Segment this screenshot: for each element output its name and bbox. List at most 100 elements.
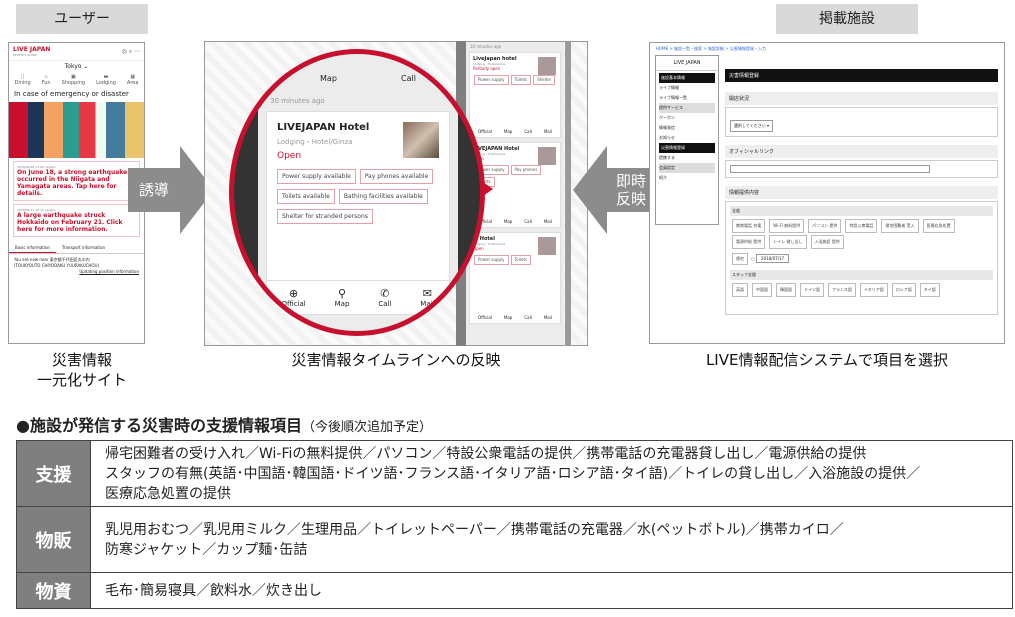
option-button[interactable]: 特設公衆電話 xyxy=(845,219,878,233)
cms-breadcrumb[interactable]: HOME > 施設一覧・検索 > 施設詳細 > 災害情報登録・入力 xyxy=(650,43,1004,55)
option-button[interactable]: パソコン 提供 xyxy=(808,219,842,233)
menu-item[interactable]: お知らせ xyxy=(659,133,715,143)
call-icon[interactable]: Call xyxy=(524,129,531,134)
option-power-supply[interactable]: Power supply available xyxy=(277,169,356,184)
cms-logo: LIVE JAPAN xyxy=(656,56,718,71)
language-button[interactable]: 中国語 xyxy=(752,283,772,297)
mini-option[interactable]: Toilets xyxy=(510,255,532,265)
map-icon[interactable]: Map xyxy=(504,315,512,320)
map-icon[interactable]: Map xyxy=(504,129,512,134)
option-button[interactable]: トイレ 貸し出し xyxy=(769,235,807,249)
mail-icon[interactable]: Mail xyxy=(544,219,552,224)
card-actions: Official Map Call Mail xyxy=(472,219,558,224)
mini-option[interactable]: Power supply xyxy=(474,75,509,85)
card-photo xyxy=(538,237,556,255)
mini-option[interactable]: Toilets xyxy=(510,75,532,85)
livejapan-logo: LIVE JAPAN xyxy=(13,46,51,53)
facility-card[interactable]: LIVEJAPAN Hotel Lodging・Hotel/Ginza Open… xyxy=(266,111,450,281)
news-card[interactable]: 2018/02/21 23:10 update A large earthqua… xyxy=(13,204,140,237)
option-bathing[interactable]: Bathing facilities available xyxy=(338,189,428,204)
tab-map[interactable]: Map xyxy=(320,74,337,83)
update-position-link[interactable]: Updating position information xyxy=(14,269,139,275)
option-pay-phones[interactable]: Pay phones available xyxy=(359,169,434,184)
language-button[interactable]: フランス語 xyxy=(828,283,856,297)
caption-left-line1: 災害情報 xyxy=(51,351,112,369)
nav-lodging[interactable]: ▬ Lodging xyxy=(96,74,116,86)
option-toilets[interactable]: Toilets available xyxy=(277,189,335,204)
zoom-pointer xyxy=(483,182,493,196)
nav-label: Shopping xyxy=(61,80,86,86)
feed-card[interactable]: LiveJapan hotel Lodging・Hotel/Ginza Part… xyxy=(469,52,561,138)
row-line: 帰宅困難者の受け入れ／Wi-Fiの無料提供／パソコン／特設公衆電話の提供／携帯電… xyxy=(105,445,867,462)
news-card[interactable]: 2018/06/18 11:00 update On June 18, a st… xyxy=(13,161,140,201)
option-button[interactable]: Wi-Fi 無料提供 xyxy=(769,219,805,233)
language-button[interactable]: ロシア語 xyxy=(891,283,916,297)
table-row: 支援 帰宅困難者の受け入れ／Wi-Fiの無料提供／パソコン／特設公衆電話の提供／… xyxy=(16,440,1013,507)
nav-dining[interactable]: 🍴 Dining xyxy=(15,74,31,86)
general-options: 携帯電話 充電 Wi-Fi 無料提供 パソコン 提供 特設公衆電話 帰宅困難者 受入 医療… xyxy=(730,218,993,250)
menu-item[interactable]: クーポン xyxy=(659,113,715,123)
menu-item[interactable]: ライブ情報一覧 xyxy=(659,93,715,103)
language-button[interactable]: 韓国語 xyxy=(776,283,796,297)
guide-arrow-label: 誘導 xyxy=(138,181,169,199)
nav-area[interactable]: ▦ Area xyxy=(127,74,139,86)
menu-item[interactable]: 情報発信 xyxy=(659,123,715,133)
phone-icon: ✆ xyxy=(380,287,390,300)
status-select[interactable]: 選択してください ▾ xyxy=(730,120,774,132)
language-options: 英語 中国語 韓国語 ドイツ語 フランス語 イタリア語 ロシア語 タイ語 xyxy=(730,282,993,298)
option-button[interactable]: 携帯電話 充電 xyxy=(732,219,766,233)
official-button[interactable]: ⊕ Official xyxy=(281,287,305,308)
official-link-input[interactable] xyxy=(730,165,930,173)
date-input[interactable]: 2018/07/17 xyxy=(756,254,790,263)
language-button[interactable]: タイ語 xyxy=(919,283,940,297)
nav-fun[interactable]: ♨ Fun xyxy=(42,74,51,86)
official-icon[interactable]: Official xyxy=(478,315,492,320)
city-select[interactable]: Tokyo ⌄ xyxy=(9,61,144,72)
menu-item[interactable]: ライブ情報 xyxy=(659,83,715,93)
nav-shopping[interactable]: ▣ Shopping xyxy=(62,74,85,86)
group-staff: スタッフ支援 xyxy=(730,270,993,280)
option-button[interactable]: 帰宅 xyxy=(732,253,748,265)
guide-arrow: 誘導 xyxy=(128,168,180,212)
menu-item[interactable]: 紹介 xyxy=(659,173,715,183)
disaster-portal-screenshot: LIVE JAPAN PERFECT GUIDE ◎ ⌕ ⋯ Tokyo ⌄ 🍴… xyxy=(8,42,145,344)
option-button[interactable]: 帰宅困難者 受入 xyxy=(881,219,919,233)
map-button[interactable]: ⚲ Map xyxy=(335,287,350,308)
option-button[interactable]: 電源供給 提供 xyxy=(732,235,766,249)
call-icon[interactable]: Call xyxy=(524,315,531,320)
mini-option[interactable]: Pay phones xyxy=(510,165,542,175)
header-icons[interactable]: ◎ ⌕ ⋯ xyxy=(122,48,140,56)
mail-icon[interactable]: Mail xyxy=(544,315,552,320)
language-button[interactable]: イタリア語 xyxy=(859,283,888,297)
row-header: 支援 xyxy=(16,440,91,507)
menu-item[interactable]: 提携する xyxy=(659,153,715,163)
feed-time: 30 minutes ago xyxy=(470,44,502,49)
language-button[interactable]: 英語 xyxy=(732,283,748,297)
option-shelter[interactable]: Shelter for stranded persons xyxy=(277,209,373,224)
tab-basic[interactable]: Basic information xyxy=(9,243,56,253)
call-icon[interactable]: Call xyxy=(524,219,531,224)
mail-button[interactable]: ✉ Mail xyxy=(420,287,434,308)
mini-option[interactable]: Shelter xyxy=(533,75,556,85)
map-icon[interactable]: Map xyxy=(504,219,512,224)
zoom-tabs: Map Call xyxy=(258,54,458,83)
menu-item[interactable]: 提供サービス xyxy=(659,103,715,113)
official-icon[interactable]: Official xyxy=(478,129,492,134)
menu-item[interactable]: 会員設定 xyxy=(659,163,715,173)
cms-menu: 施設基本情報 ライブ情報 ライブ情報一覧 提供サービス クーポン 情報発信 お知… xyxy=(656,71,718,185)
date-row: 帰宅 ○ 2018/07/17 xyxy=(730,252,993,266)
feed-card[interactable]: LJ Hotel Lodging・Hotel/Ginza Open Power … xyxy=(469,232,561,324)
option-button[interactable]: 入浴施設 提供 xyxy=(810,235,844,249)
menu-item[interactable]: 災害情報登録 xyxy=(659,143,715,153)
caption-left-line2: 一元化サイト xyxy=(36,371,127,389)
mail-icon[interactable]: Mail xyxy=(544,129,552,134)
menu-item[interactable]: 施設基本情報 xyxy=(659,73,715,83)
call-button[interactable]: ✆ Call xyxy=(378,287,391,308)
language-button[interactable]: ドイツ語 xyxy=(800,283,824,297)
tab-call[interactable]: Call xyxy=(401,74,416,83)
mini-option[interactable]: Power supply xyxy=(474,255,509,265)
tab-transport[interactable]: Transport information xyxy=(56,243,111,253)
timeline-scrollbar[interactable] xyxy=(565,41,571,346)
option-button[interactable]: 医療応急処置 xyxy=(922,219,955,233)
reflect-arrow: 即時 反映 xyxy=(607,168,655,212)
